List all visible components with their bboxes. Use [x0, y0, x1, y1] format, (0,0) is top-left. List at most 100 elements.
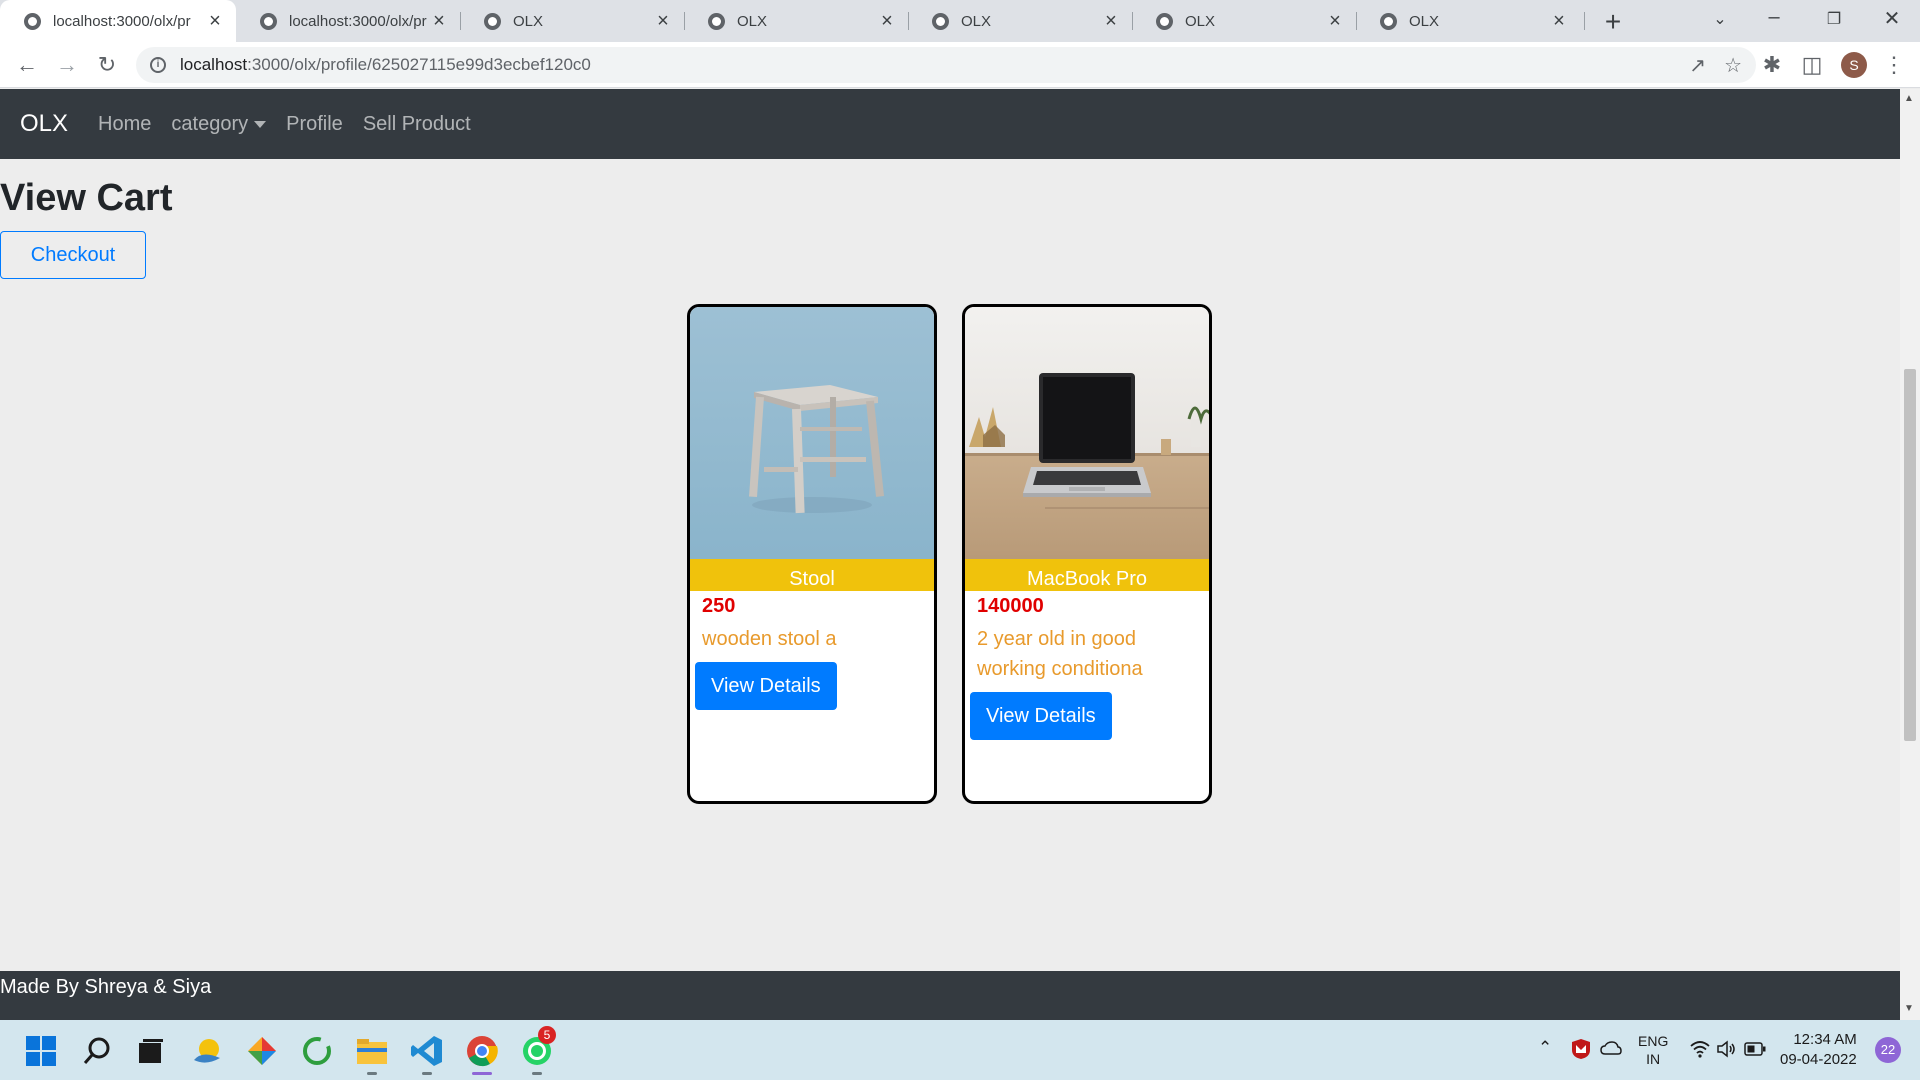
tab-title: localhost:3000/olx/pr — [53, 12, 191, 30]
close-icon[interactable]: × — [1102, 10, 1120, 33]
file-explorer-icon[interactable] — [355, 1034, 389, 1068]
task-view-icon[interactable] — [134, 1034, 168, 1068]
nav-profile[interactable]: Profile — [286, 113, 343, 136]
checkout-button[interactable]: Checkout — [0, 231, 146, 279]
close-icon[interactable]: × — [206, 10, 224, 33]
page-viewport: OLX Home category Profile Sell Product V… — [0, 89, 1900, 1020]
brand-logo[interactable]: OLX — [20, 110, 68, 138]
active-app-indicator — [472, 1072, 492, 1075]
browser-tab[interactable]: OLX × — [1132, 0, 1356, 42]
battery-icon[interactable] — [1744, 1042, 1766, 1056]
sync-app-icon[interactable] — [300, 1034, 334, 1068]
product-name: MacBook Pro — [965, 559, 1209, 591]
close-icon[interactable]: × — [1550, 10, 1568, 33]
side-panel-icon[interactable]: ◫ — [1798, 52, 1826, 78]
view-details-button[interactable]: View Details — [970, 692, 1112, 740]
url-host: localhost — [180, 55, 248, 74]
wifi-icon[interactable] — [1690, 1040, 1710, 1058]
share-icon[interactable]: ↗ — [1689, 53, 1706, 78]
browser-tab[interactable]: localhost:3000/olx/pr × — [0, 0, 236, 42]
running-indicator — [367, 1072, 377, 1075]
browser-tab[interactable]: localhost:3000/olx/pr × — [236, 0, 460, 42]
onedrive-cloud-icon[interactable] — [1600, 1040, 1622, 1056]
close-window-button[interactable]: ✕ — [1872, 6, 1912, 31]
product-card: Stool 250 wooden stool a View Details — [687, 304, 937, 804]
volume-icon[interactable] — [1716, 1040, 1736, 1058]
tab-title: OLX — [513, 12, 544, 30]
nav-sell-product[interactable]: Sell Product — [363, 113, 471, 136]
language-code: ENG — [1638, 1033, 1669, 1049]
info-icon[interactable]: i — [150, 57, 166, 73]
reload-icon[interactable]: ↻ — [92, 50, 122, 80]
extensions-puzzle-icon[interactable]: ✱ — [1758, 52, 1786, 78]
close-icon[interactable]: × — [654, 10, 672, 33]
back-arrow-icon[interactable]: ← — [12, 50, 42, 80]
system-clock[interactable]: 12:34 AM 09-04-2022 — [1780, 1030, 1857, 1070]
browser-tab[interactable]: OLX × — [460, 0, 684, 42]
vscode-icon[interactable] — [410, 1034, 444, 1068]
tab-title: localhost:3000/olx/pr — [289, 12, 427, 30]
globe-icon — [484, 12, 501, 30]
globe-icon — [260, 12, 277, 30]
chrome-icon[interactable] — [465, 1034, 499, 1068]
minimize-button[interactable]: – — [1754, 6, 1794, 29]
globe-icon — [708, 12, 725, 30]
product-card: MacBook Pro 140000 2 year old in good wo… — [962, 304, 1212, 804]
scroll-up-arrow-icon[interactable]: ▲ — [1904, 93, 1914, 104]
globe-icon — [932, 12, 949, 30]
address-bar[interactable]: i localhost:3000/olx/profile/625027115e9… — [136, 47, 1756, 83]
clock-time: 12:34 AM — [1793, 1031, 1857, 1048]
tab-title: OLX — [737, 12, 768, 30]
clock-date: 09-04-2022 — [1780, 1051, 1857, 1068]
url-path: :3000/olx/profile/625027115e99d3ecbef120… — [247, 55, 591, 74]
site-navbar: OLX Home category Profile Sell Product — [0, 89, 1900, 159]
browser-tab[interactable]: OLX × — [908, 0, 1132, 42]
page-title: View Cart — [0, 177, 173, 219]
bookmark-star-icon[interactable]: ☆ — [1724, 53, 1742, 78]
nav-category-dropdown[interactable]: category — [171, 112, 267, 136]
browser-tab[interactable]: OLX × — [1356, 0, 1580, 42]
globe-icon — [1380, 12, 1397, 30]
running-indicator — [422, 1072, 432, 1075]
nav-home[interactable]: Home — [98, 113, 151, 136]
close-icon[interactable]: × — [1326, 10, 1344, 33]
close-icon[interactable]: × — [878, 10, 896, 33]
region-code: IN — [1646, 1051, 1661, 1067]
tab-title: OLX — [1185, 12, 1216, 30]
globe-icon — [24, 12, 41, 30]
search-icon[interactable] — [80, 1034, 114, 1068]
view-details-button[interactable]: View Details — [695, 662, 837, 710]
antivirus-shield-icon[interactable] — [1570, 1038, 1592, 1060]
nav-category-label: category — [171, 112, 249, 135]
tab-separator — [1584, 12, 1585, 30]
windows-start-icon[interactable] — [24, 1034, 58, 1068]
browser-tab[interactable]: OLX × — [684, 0, 908, 42]
site-footer: Made By Shreya & Siya — [0, 971, 1900, 1020]
notification-center-badge[interactable]: 22 — [1875, 1037, 1901, 1063]
running-indicator — [532, 1072, 542, 1075]
page-scrollbar[interactable]: ▲ ▼ — [1900, 89, 1920, 1020]
new-tab-button[interactable]: + — [1598, 6, 1628, 38]
forward-arrow-icon[interactable]: → — [52, 50, 82, 80]
caret-down-icon — [254, 120, 267, 128]
product-description: wooden stool a — [702, 628, 837, 650]
scroll-thumb[interactable] — [1904, 369, 1916, 741]
product-description: 2 year old in good working conditiona — [977, 628, 1143, 680]
tab-title: OLX — [1409, 12, 1440, 30]
language-indicator[interactable]: ENG IN — [1638, 1032, 1668, 1068]
weather-widget-icon[interactable] — [190, 1034, 224, 1068]
product-image-macbook[interactable] — [965, 307, 1209, 559]
restore-button[interactable]: ❐ — [1814, 9, 1854, 29]
menu-kebab-icon[interactable]: ⋮ — [1880, 52, 1908, 78]
windows-taskbar: 5 ⌃ ENG IN 12:34 AM 09-04-2022 22 — [0, 1020, 1920, 1080]
product-image-stool[interactable] — [690, 307, 934, 559]
close-icon[interactable]: × — [430, 10, 448, 33]
app-launcher-icon[interactable] — [245, 1034, 279, 1068]
browser-toolbar: ← → ↻ i localhost:3000/olx/profile/62502… — [0, 42, 1920, 88]
chevron-up-icon[interactable]: ⌃ — [1538, 1038, 1552, 1058]
profile-avatar[interactable]: S — [1841, 52, 1867, 78]
tab-search-icon[interactable]: ⌄ — [1700, 9, 1740, 29]
scroll-down-arrow-icon[interactable]: ▼ — [1904, 1003, 1914, 1014]
product-price: 140000 — [977, 595, 1044, 617]
product-price: 250 — [702, 595, 736, 617]
